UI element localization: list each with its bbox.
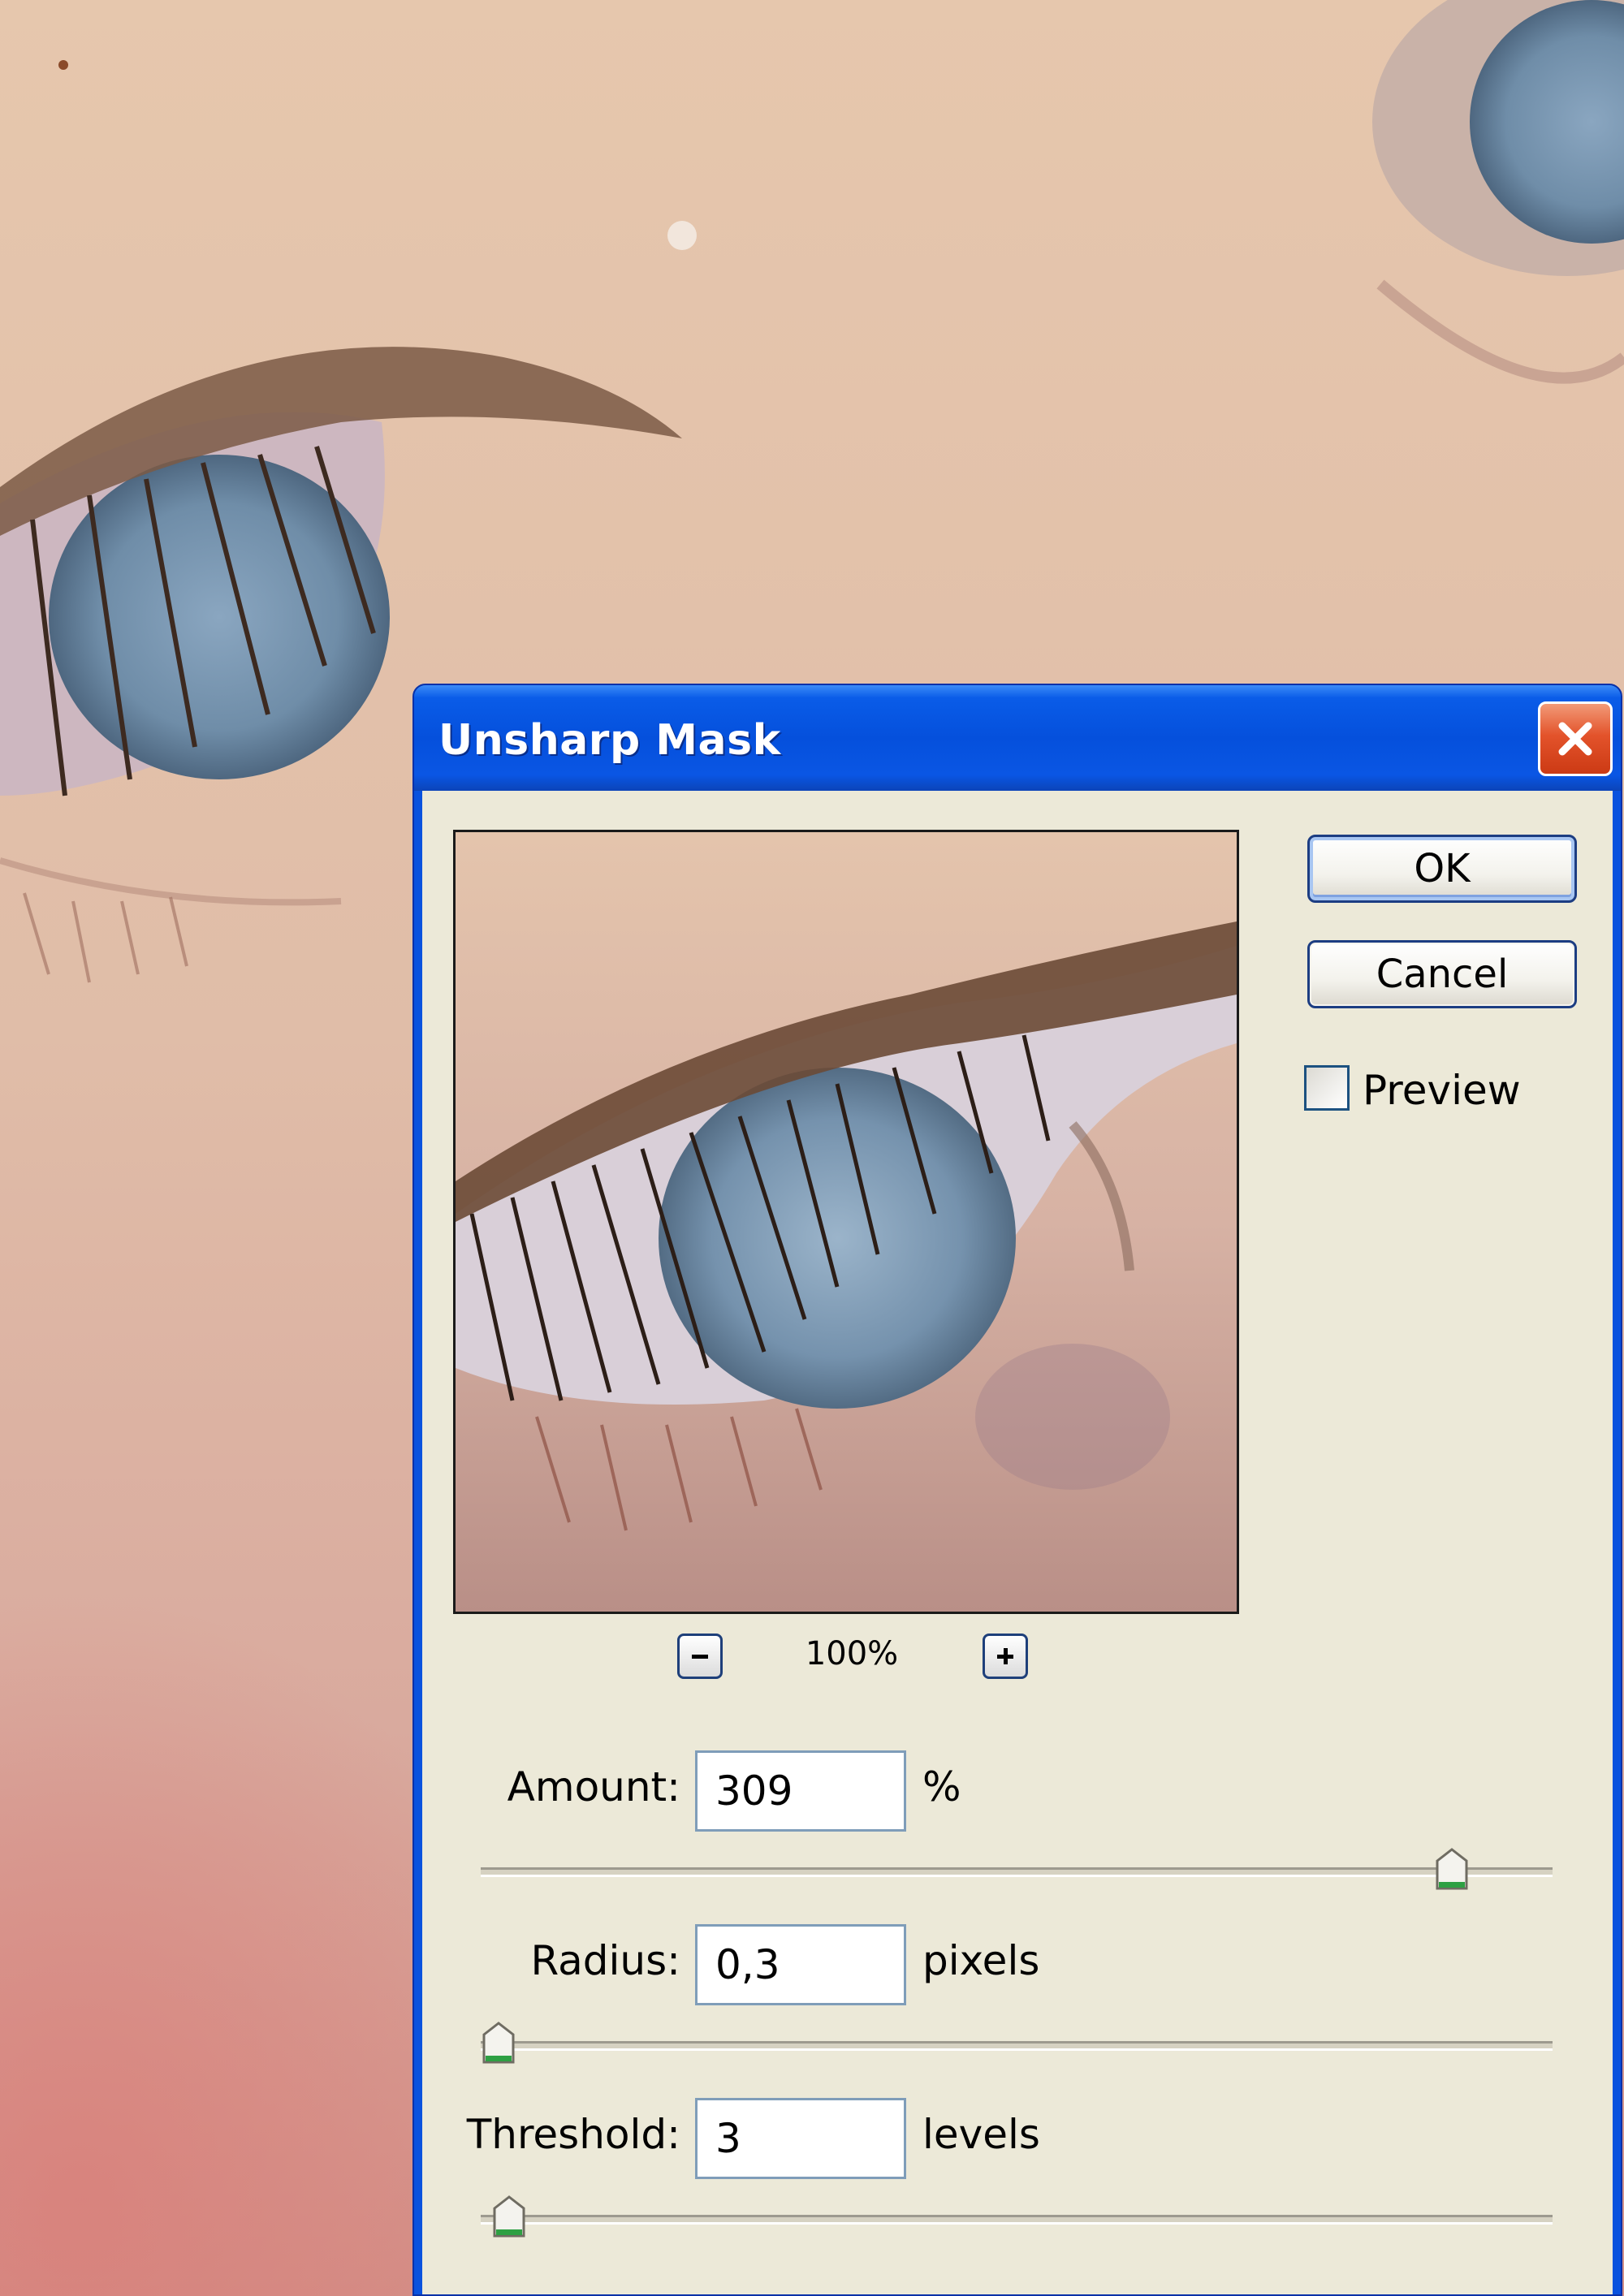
- radius-input[interactable]: [695, 1924, 906, 2005]
- close-button[interactable]: [1538, 701, 1613, 776]
- amount-input[interactable]: [695, 1750, 906, 1832]
- zoom-in-button[interactable]: [983, 1634, 1028, 1679]
- title-bar[interactable]: Unsharp Mask: [414, 685, 1621, 791]
- amount-label: Amount:: [507, 1763, 680, 1810]
- threshold-input[interactable]: [695, 2098, 906, 2179]
- radius-slider-thumb[interactable]: [481, 2022, 516, 2065]
- amount-unit: %: [922, 1763, 961, 1810]
- threshold-slider-thumb[interactable]: [491, 2195, 527, 2239]
- minus-icon: [692, 1655, 708, 1659]
- radius-slider-track[interactable]: [481, 2041, 1553, 2051]
- preview-image[interactable]: [453, 830, 1239, 1614]
- amount-slider-track[interactable]: [481, 1867, 1553, 1877]
- close-icon: [1558, 722, 1592, 756]
- threshold-unit: levels: [922, 2111, 1040, 2158]
- plus-icon: [997, 1648, 1013, 1664]
- cancel-button[interactable]: Cancel: [1307, 940, 1577, 1008]
- ok-button[interactable]: OK: [1307, 835, 1577, 903]
- threshold-slider-track[interactable]: [481, 2215, 1553, 2225]
- zoom-level-label: 100%: [805, 1635, 899, 1672]
- radius-unit: pixels: [922, 1937, 1040, 1984]
- preview-label: Preview: [1363, 1067, 1521, 1114]
- zoom-out-button[interactable]: [677, 1634, 723, 1679]
- radius-label: Radius:: [530, 1937, 681, 1984]
- threshold-label: Threshold:: [466, 2111, 680, 2158]
- amount-slider-thumb[interactable]: [1434, 1848, 1470, 1892]
- dialog-title: Unsharp Mask: [438, 716, 781, 765]
- preview-eye-image: [456, 832, 1237, 1612]
- preview-checkbox[interactable]: [1304, 1065, 1350, 1111]
